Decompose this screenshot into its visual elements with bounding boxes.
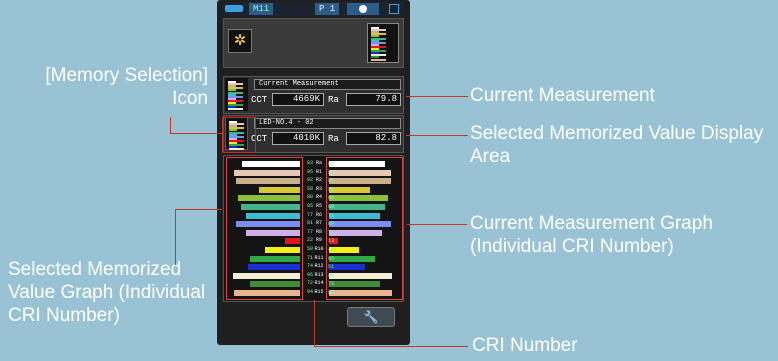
- leader-line: [406, 135, 468, 136]
- cri-label: R14: [314, 280, 324, 287]
- current-cri-value: 90: [328, 272, 335, 279]
- memory-icon-label: [Memory Selection] Icon: [45, 65, 208, 109]
- leader-line: [407, 224, 467, 225]
- cri-number-column: 83 Ra 95 R1 92 R2 58 R3 88 R4 85 R5 77 R6 91 R7 77 R8 22 R9…: [304, 157, 325, 300]
- current-cri-value: 58: [328, 186, 335, 193]
- current-measurement-label: Current Measurement: [470, 85, 655, 106]
- battery-icon: [225, 5, 243, 12]
- current-cri-value: 80: [328, 204, 335, 210]
- current-cct-label: CCT: [251, 95, 268, 105]
- current-measurement-box: Current Measurement CCT 4669K Ra 79.8: [223, 76, 404, 114]
- meter-screen: M11 P 1 ✲ Current Measurement CCT 4669K …: [217, 0, 410, 345]
- camera-icon: [347, 3, 379, 15]
- leader-line: [175, 209, 222, 210]
- program-indicator: P 1: [315, 3, 340, 15]
- cri-label: R15: [314, 289, 324, 295]
- leader-line: [170, 133, 222, 134]
- cri-number-label: CRI Number: [472, 335, 578, 356]
- current-ra-value: 79.8: [346, 93, 401, 106]
- memorized-bar: [265, 247, 300, 253]
- current-cri-value: 73: [328, 281, 335, 288]
- memorized-bar: [248, 264, 300, 271]
- memorized-bar: [246, 229, 300, 236]
- thumb-bar: [371, 58, 386, 61]
- current-cri-graph: 80 89 88 58 84 80 73 89 75 13 43 66 51 90 73 90: [326, 157, 403, 300]
- current-cri-value: 88: [328, 178, 335, 185]
- cri-label: R5: [315, 203, 322, 209]
- current-cri-value: 84: [328, 195, 335, 202]
- cri-label: R12: [314, 263, 324, 270]
- selected-graph-label: Selected Memorized Value Graph (Individu…: [8, 259, 206, 326]
- current-cri-value: 73: [328, 212, 335, 219]
- cri-label: R10: [314, 246, 324, 252]
- current-cri-value: 51: [328, 264, 335, 271]
- memorized-ra-value: 82.8: [346, 132, 401, 145]
- memorized-title: LED-NO.4 - 02: [254, 118, 401, 129]
- current-cct-value: 4669K: [272, 93, 324, 106]
- leader-line: [175, 209, 176, 265]
- memory-icon-highlight: [222, 117, 256, 153]
- memorized-bar: [259, 186, 300, 193]
- leader-line: [314, 346, 468, 347]
- leader-line: [170, 117, 171, 133]
- leader-line: [314, 300, 315, 346]
- current-cri-value: 75: [328, 229, 335, 236]
- current-graph-label: Current Measurement Graph (Individual CR…: [470, 213, 713, 257]
- memorized-bar: [234, 290, 300, 296]
- cri-label: R6: [315, 211, 322, 218]
- memorized-bar: [246, 212, 300, 219]
- cri-label: R11: [314, 254, 324, 261]
- current-cri-value: 90: [328, 290, 335, 296]
- tool-button[interactable]: 🔧: [347, 307, 395, 327]
- cri-label: R13: [314, 271, 324, 278]
- status-bar: M11 P 1: [223, 2, 404, 16]
- selected-area-label: Selected Memorized Value Display Area: [470, 123, 764, 167]
- memorized-cri-graph: [226, 157, 303, 300]
- memorized-bar: [236, 221, 300, 228]
- memorized-bar: [235, 178, 300, 185]
- current-cri-value: 89: [328, 169, 335, 176]
- light-source-icon[interactable]: ✲: [228, 29, 252, 53]
- wrench-icon: 🔧: [363, 310, 379, 324]
- cri-label: R3: [315, 185, 322, 192]
- memorized-bar: [233, 169, 300, 176]
- cri-graph-panel: 83 Ra 95 R1 92 R2 58 R3 88 R4 85 R5 77 R6 91 R7 77 R8 22 R9…: [223, 155, 404, 302]
- graph-thumbnail-icon[interactable]: [367, 23, 399, 63]
- memorized-bar: [284, 238, 300, 245]
- current-ra-label: Ra: [328, 95, 339, 105]
- current-graph-icon[interactable]: [225, 78, 248, 111]
- cri-label: R8: [315, 228, 322, 235]
- memorized-bar: [241, 161, 300, 167]
- cri-label: R7: [315, 220, 322, 227]
- current-cri-value: 80: [328, 161, 335, 167]
- current-cri-value: 43: [328, 247, 335, 253]
- sd-card-icon: [389, 4, 399, 14]
- memorized-bar: [250, 255, 300, 262]
- cri-label: R9: [315, 237, 322, 244]
- cri-label: R2: [315, 177, 322, 184]
- cri-label: R4: [315, 194, 322, 201]
- memorized-bar: [240, 204, 300, 210]
- current-cri-value: 89: [328, 221, 335, 228]
- memorized-bar: [249, 281, 300, 288]
- light-source-panel: ✲: [223, 18, 404, 68]
- memorized-ra-label: Ra: [328, 134, 339, 144]
- current-cri-value: 66: [328, 255, 335, 262]
- current-title: Current Measurement: [254, 79, 401, 90]
- thumb-bar: [228, 108, 243, 111]
- memorized-cct-value: 4010K: [272, 132, 324, 145]
- memorized-bar: [238, 195, 300, 202]
- cri-label: R1: [315, 168, 322, 175]
- current-cri-value: 13: [328, 238, 335, 245]
- leader-line: [406, 96, 468, 97]
- memorized-bar: [232, 272, 300, 279]
- cri-label: Ra: [315, 160, 322, 166]
- memory-indicator: M11: [249, 3, 274, 15]
